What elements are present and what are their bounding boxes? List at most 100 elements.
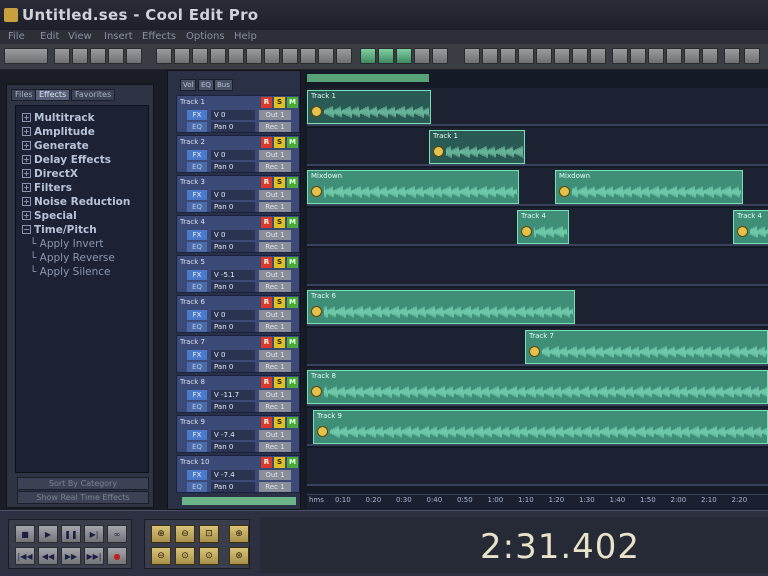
track-header[interactable]: Track 9 R S M FX EQ V -7.4 Pan 0 Out 1 Rec 1 — [176, 415, 300, 453]
menu-insert[interactable]: Insert — [104, 31, 133, 42]
paste-icon[interactable] — [192, 48, 208, 64]
pan-control[interactable]: Pan 0 — [211, 162, 255, 172]
track-name[interactable]: Track 8 — [180, 378, 205, 386]
audio-clip[interactable]: Track 6 — [307, 290, 575, 324]
lock-in-time-icon[interactable] — [559, 186, 570, 197]
tree-item-filters[interactable]: + Filters — [22, 182, 72, 194]
play-to-end-button[interactable]: ▶| — [84, 525, 104, 543]
track-lane[interactable] — [307, 448, 768, 486]
wave-icon[interactable] — [126, 48, 142, 64]
track-eq-icon[interactable] — [500, 48, 516, 64]
move-copy-tool-icon[interactable] — [396, 48, 412, 64]
track-header[interactable]: Track 4 R S M FX EQ V 0 Pan 0 Out 1 Rec 1 — [176, 215, 300, 253]
context-help-icon[interactable] — [744, 48, 760, 64]
audio-clip[interactable]: Track 4 — [733, 210, 768, 244]
fast-forward-button[interactable]: ▶▶ — [61, 547, 81, 565]
time-ruler[interactable]: hms 0:10 0:20 0:30 0:40 0:50 1:00 1:10 1:20 1:30… — [307, 494, 768, 510]
menu-help[interactable]: Help — [234, 31, 257, 42]
save-icon[interactable] — [90, 48, 106, 64]
track-name[interactable]: Track 4 — [180, 218, 205, 226]
track-panel-scrollbar[interactable] — [182, 497, 296, 505]
eq-button[interactable]: EQ — [187, 362, 207, 372]
mute-button[interactable]: M — [287, 137, 298, 148]
track-name[interactable]: Track 9 — [180, 418, 205, 426]
pan-control[interactable]: Pan 0 — [211, 322, 255, 332]
tree-item-delay-effects[interactable]: + Delay Effects — [22, 154, 111, 166]
output-device-button[interactable]: Out 1 — [259, 470, 291, 480]
expand-icon[interactable]: + — [22, 113, 31, 122]
lock-in-time-icon[interactable] — [311, 186, 322, 197]
record-arm-button[interactable]: R — [261, 137, 272, 148]
pan-control[interactable]: Pan 0 — [211, 482, 255, 492]
record-device-button[interactable]: Rec 1 — [259, 362, 291, 372]
send-icon[interactable] — [536, 48, 552, 64]
record-arm-button[interactable]: R — [261, 377, 272, 388]
output-device-button[interactable]: Out 1 — [259, 150, 291, 160]
mute-button[interactable]: M — [287, 297, 298, 308]
track-name[interactable]: Track 7 — [180, 338, 205, 346]
record-device-button[interactable]: Rec 1 — [259, 442, 291, 452]
volume-control[interactable]: V 0 — [211, 190, 255, 200]
settings-icon[interactable] — [630, 48, 646, 64]
menu-edit[interactable]: Edit — [40, 31, 59, 42]
record-device-button[interactable]: Rec 1 — [259, 402, 291, 412]
menu-file[interactable]: File — [8, 31, 25, 42]
redo-icon[interactable] — [264, 48, 280, 64]
record-arm-button[interactable]: R — [261, 417, 272, 428]
undo-icon[interactable] — [246, 48, 262, 64]
output-device-button[interactable]: Out 1 — [259, 430, 291, 440]
zoom-in-horizontal-button[interactable]: ⊕ — [151, 525, 171, 543]
stop-button[interactable]: ■ — [15, 525, 35, 543]
fx-button[interactable]: FX — [187, 430, 207, 440]
play-button[interactable]: ▶ — [38, 525, 58, 543]
eq-button[interactable]: EQ — [187, 322, 207, 332]
lock-in-time-icon[interactable] — [529, 346, 540, 357]
expand-icon[interactable]: + — [22, 211, 31, 220]
eq-button[interactable]: EQ — [187, 402, 207, 412]
pause-button[interactable]: ❚❚ — [61, 525, 81, 543]
mixer-icon[interactable] — [482, 48, 498, 64]
zoom-full-button[interactable]: ⊡ — [199, 525, 219, 543]
fx-button[interactable]: FX — [187, 230, 207, 240]
tree-item-apply-silence[interactable]: └ Apply Silence — [30, 266, 111, 278]
record-device-button[interactable]: Rec 1 — [259, 122, 291, 132]
record-device-button[interactable]: Rec 1 — [259, 202, 291, 212]
audio-clip[interactable]: Mixdown — [307, 170, 519, 204]
cd-icon[interactable] — [590, 48, 606, 64]
lock-in-time-icon[interactable] — [433, 146, 444, 157]
pan-control[interactable]: Pan 0 — [211, 202, 255, 212]
fx-button[interactable]: FX — [187, 350, 207, 360]
volume-control[interactable]: V -11.7 — [211, 390, 255, 400]
track-name[interactable]: Track 1 — [180, 98, 205, 106]
mute-button[interactable]: M — [287, 457, 298, 468]
tab-eq[interactable]: EQ — [198, 79, 214, 91]
tab-volume[interactable]: Vol — [180, 79, 197, 91]
zoom-in-vertical-button[interactable]: ⊕ — [229, 525, 249, 543]
pan-control[interactable]: Pan 0 — [211, 282, 255, 292]
record-arm-button[interactable]: R — [261, 177, 272, 188]
output-device-button[interactable]: Out 1 — [259, 230, 291, 240]
mix-paste-icon[interactable] — [210, 48, 226, 64]
expand-icon[interactable]: + — [22, 197, 31, 206]
solo-button[interactable]: S — [274, 257, 285, 268]
fx-button[interactable]: FX — [187, 270, 207, 280]
lock-in-time-icon[interactable] — [737, 226, 748, 237]
collapse-icon[interactable]: − — [22, 225, 31, 234]
fx-button[interactable]: FX — [187, 310, 207, 320]
pan-control[interactable]: Pan 0 — [211, 442, 255, 452]
playlist-icon[interactable] — [684, 48, 700, 64]
volume-control[interactable]: V 0 — [211, 150, 255, 160]
output-device-button[interactable]: Out 1 — [259, 350, 291, 360]
video-icon[interactable] — [612, 48, 628, 64]
zoom-out-vertical-button[interactable]: ⊖ — [151, 547, 171, 565]
pan-control[interactable]: Pan 0 — [211, 242, 255, 252]
tab-favorites[interactable]: Favorites — [71, 89, 116, 101]
tree-item-amplitude[interactable]: + Amplitude — [22, 126, 95, 138]
fx-icon[interactable] — [554, 48, 570, 64]
volume-control[interactable]: V 0 — [211, 350, 255, 360]
solo-button[interactable]: S — [274, 217, 285, 228]
lock-in-time-icon[interactable] — [311, 386, 322, 397]
tree-item-noise-reduction[interactable]: + Noise Reduction — [22, 196, 130, 208]
track-lane[interactable]: Track 6 — [307, 288, 768, 326]
eq-button[interactable]: EQ — [187, 242, 207, 252]
